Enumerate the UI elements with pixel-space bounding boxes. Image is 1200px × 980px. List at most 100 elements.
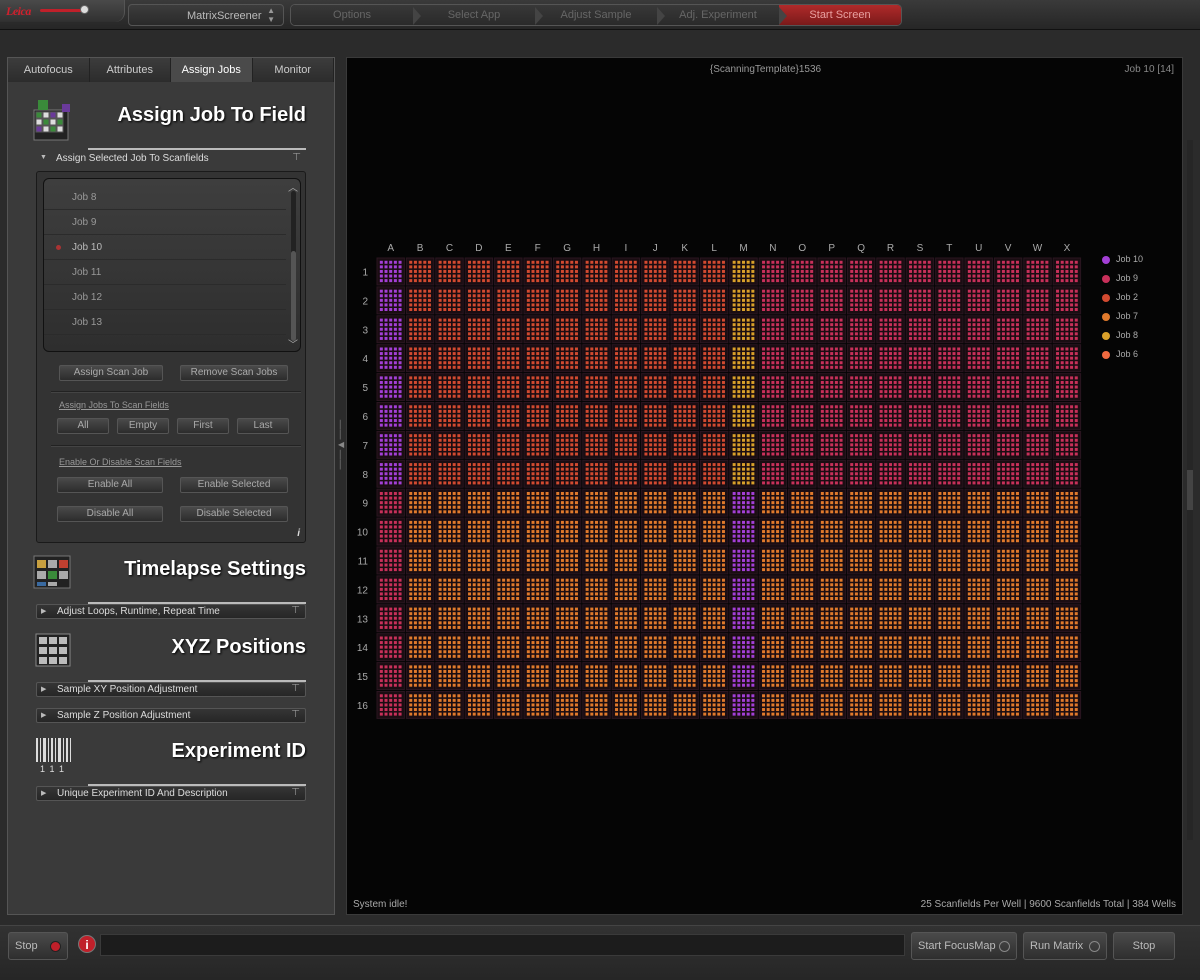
well[interactable] [670, 286, 699, 315]
well[interactable] [699, 430, 729, 459]
disable-selected-button[interactable]: Disable Selected [180, 506, 288, 522]
assign-first-button[interactable]: First [177, 418, 229, 434]
well[interactable] [376, 546, 405, 575]
well[interactable] [788, 488, 817, 517]
well[interactable] [1023, 459, 1052, 488]
well[interactable] [817, 575, 846, 604]
well[interactable] [611, 430, 641, 459]
well[interactable] [964, 286, 993, 315]
well[interactable] [758, 575, 788, 604]
well[interactable] [788, 286, 817, 315]
well[interactable] [964, 575, 993, 604]
stop-button-left[interactable]: Stop [8, 932, 68, 960]
well[interactable] [1052, 546, 1082, 575]
well[interactable] [817, 430, 846, 459]
brightness-slider-knob[interactable] [80, 5, 89, 14]
well[interactable] [1052, 373, 1082, 402]
well[interactable] [876, 430, 905, 459]
well[interactable] [817, 373, 846, 402]
well[interactable] [376, 575, 405, 604]
well[interactable] [1052, 402, 1082, 430]
workflow-step-select-app[interactable]: Select App [413, 5, 543, 25]
well[interactable] [582, 604, 611, 633]
well[interactable] [464, 517, 494, 546]
well[interactable] [494, 459, 523, 488]
well[interactable] [876, 373, 905, 402]
well[interactable] [1052, 662, 1082, 690]
well[interactable] [699, 402, 729, 430]
well[interactable] [582, 546, 611, 575]
well[interactable] [817, 488, 846, 517]
well[interactable] [1052, 257, 1082, 286]
well[interactable] [641, 691, 670, 719]
well[interactable] [964, 546, 993, 575]
well[interactable] [817, 546, 846, 575]
well[interactable] [641, 488, 670, 517]
well[interactable] [935, 604, 964, 633]
well[interactable] [464, 373, 494, 402]
well[interactable] [376, 286, 405, 315]
assign-all-button[interactable]: All [57, 418, 109, 434]
well[interactable] [641, 662, 670, 690]
well[interactable] [817, 517, 846, 546]
well[interactable] [464, 604, 494, 633]
well[interactable] [729, 286, 758, 315]
well[interactable] [817, 315, 846, 344]
well[interactable] [846, 344, 876, 373]
well[interactable] [905, 575, 935, 604]
well[interactable] [435, 286, 464, 315]
enable-all-button[interactable]: Enable All [57, 477, 163, 493]
well[interactable] [905, 315, 935, 344]
well[interactable] [1023, 691, 1052, 719]
well[interactable] [464, 286, 494, 315]
well[interactable] [582, 459, 611, 488]
well[interactable] [905, 344, 935, 373]
tab-assign-jobs[interactable]: Assign Jobs [171, 58, 253, 82]
well[interactable] [435, 517, 464, 546]
pin-icon[interactable]: ⊤ [292, 152, 301, 163]
assign-scan-job-button[interactable]: Assign Scan Job [59, 365, 163, 381]
timelapse-bar[interactable]: ▶ Adjust Loops, Runtime, Repeat Time ⊤ [36, 604, 306, 619]
well[interactable] [376, 488, 405, 517]
well[interactable] [670, 459, 699, 488]
well[interactable] [935, 488, 964, 517]
well[interactable] [935, 691, 964, 719]
well[interactable] [905, 430, 935, 459]
well[interactable] [788, 575, 817, 604]
well[interactable] [405, 517, 435, 546]
well[interactable] [435, 344, 464, 373]
assign-last-button[interactable]: Last [237, 418, 289, 434]
well[interactable] [405, 257, 435, 286]
enable-selected-button[interactable]: Enable Selected [180, 477, 288, 493]
well[interactable] [876, 315, 905, 344]
well[interactable] [699, 604, 729, 633]
well[interactable] [935, 257, 964, 286]
well[interactable] [641, 546, 670, 575]
well[interactable] [435, 546, 464, 575]
well[interactable] [758, 286, 788, 315]
well[interactable] [376, 691, 405, 719]
well[interactable] [846, 691, 876, 719]
list-item-selected[interactable]: Job 10 [44, 235, 286, 260]
well[interactable] [1023, 633, 1052, 662]
well[interactable] [494, 373, 523, 402]
well[interactable] [376, 257, 405, 286]
well[interactable] [876, 257, 905, 286]
well[interactable] [758, 402, 788, 430]
well[interactable] [817, 691, 846, 719]
well[interactable] [876, 662, 905, 690]
well[interactable] [611, 402, 641, 430]
well[interactable] [964, 344, 993, 373]
well[interactable] [876, 344, 905, 373]
well[interactable] [494, 402, 523, 430]
well[interactable] [846, 402, 876, 430]
well[interactable] [552, 315, 582, 344]
well[interactable] [905, 662, 935, 690]
well[interactable] [435, 373, 464, 402]
well[interactable] [611, 459, 641, 488]
well[interactable] [935, 344, 964, 373]
well[interactable] [552, 517, 582, 546]
well[interactable] [464, 430, 494, 459]
well[interactable] [376, 459, 405, 488]
well[interactable] [1023, 517, 1052, 546]
